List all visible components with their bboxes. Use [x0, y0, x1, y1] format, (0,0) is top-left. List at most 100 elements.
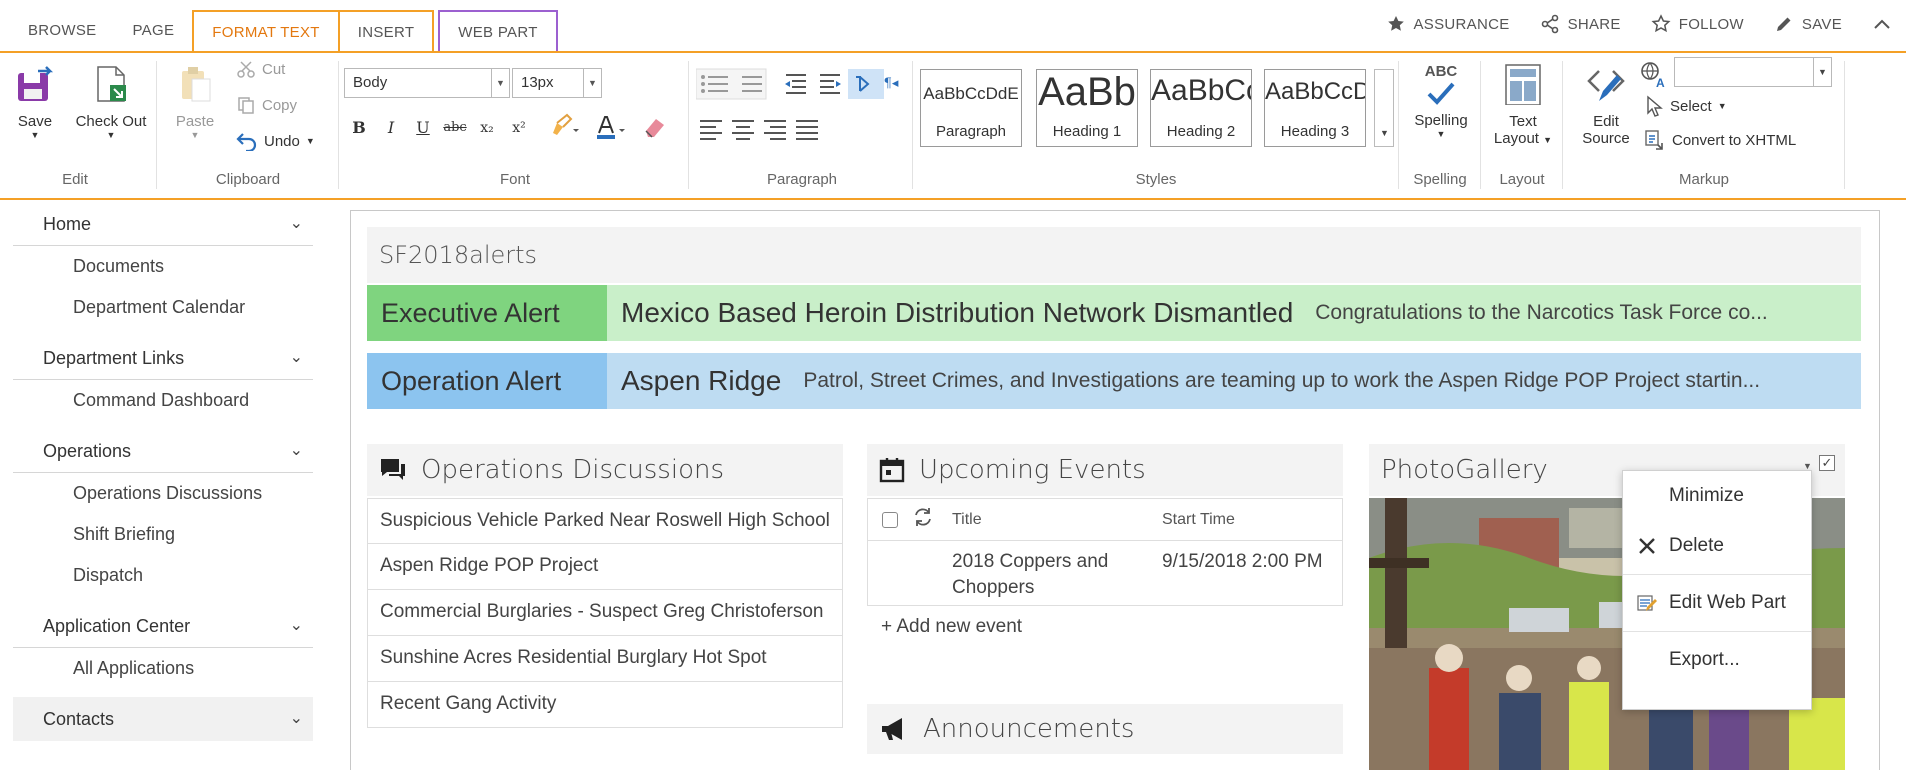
- list-item[interactable]: Sunshine Acres Residential Burglary Hot …: [367, 636, 843, 682]
- announcements-title[interactable]: Announcements: [923, 714, 1134, 744]
- tab-browse[interactable]: BROWSE: [10, 10, 114, 52]
- chevron-down-icon[interactable]: ⌄: [290, 604, 303, 648]
- nav-documents[interactable]: Documents: [13, 246, 313, 287]
- webpart-select-checkbox[interactable]: ✓: [1819, 455, 1835, 471]
- event-title[interactable]: 2018 Coppers and Choppers: [952, 541, 1162, 605]
- superscript-button[interactable]: x²: [504, 113, 534, 143]
- nav-contacts[interactable]: Contacts ⌄: [13, 697, 313, 741]
- check-out-button[interactable]: Check Out ▼: [68, 63, 154, 140]
- nav-shift-briefing[interactable]: Shift Briefing: [13, 514, 313, 555]
- undo-button[interactable]: Undo ▼: [236, 131, 315, 151]
- bold-button[interactable]: B: [344, 113, 374, 143]
- nav-operations[interactable]: Operations ⌄: [13, 429, 313, 473]
- chevron-down-icon[interactable]: ⌄: [290, 336, 303, 380]
- executive-alert[interactable]: Executive Alert Mexico Based Heroin Dist…: [367, 285, 1861, 341]
- italic-button[interactable]: I: [376, 113, 406, 143]
- chevron-down-icon[interactable]: ⌄: [290, 429, 303, 473]
- column-start-time[interactable]: Start Time: [1162, 511, 1235, 529]
- style-heading-2[interactable]: AaBbCc Heading 2: [1150, 69, 1252, 147]
- copy-button[interactable]: Copy: [236, 95, 297, 115]
- style-paragraph[interactable]: AaBbCcDdE Paragraph: [920, 69, 1022, 147]
- undo-icon: [236, 133, 257, 151]
- events-title[interactable]: Upcoming Events: [919, 455, 1146, 485]
- ribbon-separator: [912, 61, 913, 189]
- tab-format-text[interactable]: FORMAT TEXT: [192, 10, 340, 54]
- menu-edit-web-part[interactable]: Edit Web Part: [1623, 578, 1811, 628]
- clear-formatting-button[interactable]: [640, 113, 670, 143]
- nav-all-applications[interactable]: All Applications: [13, 648, 313, 689]
- edit-source-button[interactable]: Edit Source: [1576, 63, 1636, 147]
- menu-delete[interactable]: Delete: [1623, 521, 1811, 571]
- text-layout-button[interactable]: Text Layout ▼: [1486, 63, 1560, 147]
- style-heading-3[interactable]: AaBbCcD Heading 3: [1264, 69, 1366, 147]
- save-ribbon-button[interactable]: Save ▼: [10, 63, 60, 140]
- assurance-button[interactable]: ASSURANCE: [1386, 14, 1510, 34]
- subscript-button[interactable]: x₂: [472, 113, 502, 143]
- column-title[interactable]: Title: [952, 511, 1162, 529]
- ltr-button[interactable]: [840, 69, 870, 99]
- tab-web-part[interactable]: WEB PART: [438, 10, 558, 52]
- photo-title[interactable]: PhotoGallery: [1381, 455, 1548, 485]
- styles-more-button[interactable]: ▼: [1374, 69, 1394, 147]
- nav-label: Application Center: [43, 616, 191, 636]
- nav-home[interactable]: Home ⌄: [13, 202, 313, 246]
- font-color-button[interactable]: [590, 113, 630, 143]
- nav-command-dashboard[interactable]: Command Dashboard: [13, 380, 313, 421]
- menu-minimize[interactable]: Minimize: [1623, 471, 1811, 521]
- font-family-value: Body: [353, 74, 388, 91]
- strikethrough-button[interactable]: abc: [440, 113, 470, 143]
- menu-export[interactable]: Export...: [1623, 635, 1811, 685]
- operation-alert[interactable]: Operation Alert Aspen Ridge Patrol, Stre…: [367, 353, 1861, 409]
- save-icon: [18, 66, 54, 101]
- underline-button[interactable]: U: [408, 113, 438, 143]
- chevron-down-icon[interactable]: ⌄: [290, 697, 303, 741]
- collapse-ribbon-button[interactable]: [1872, 14, 1892, 34]
- pencil-icon: [1776, 17, 1791, 31]
- convert-xhtml-button[interactable]: Convert to XHTML: [1644, 129, 1796, 151]
- ribbon-separator: [1562, 61, 1563, 189]
- nav-application-center[interactable]: Application Center ⌄: [13, 604, 313, 648]
- check-out-icon: [97, 66, 126, 102]
- chevron-down-icon[interactable]: ⌄: [290, 202, 303, 246]
- share-button[interactable]: SHARE: [1540, 14, 1621, 34]
- table-row[interactable]: 2018 Coppers and Choppers 9/15/2018 2:00…: [868, 541, 1342, 605]
- announcements-webpart-title: Announcements: [867, 704, 1343, 754]
- nav-department-links[interactable]: Department Links ⌄: [13, 336, 313, 380]
- discussions-title[interactable]: Operations Discussions: [421, 455, 724, 485]
- tab-insert[interactable]: INSERT: [339, 10, 435, 52]
- list-item[interactable]: Commercial Burglaries - Suspect Greg Chr…: [367, 590, 843, 636]
- language-icon[interactable]: A: [1640, 61, 1670, 89]
- nav-dispatch[interactable]: Dispatch: [13, 555, 313, 596]
- paste-button[interactable]: Paste ▼: [170, 63, 220, 140]
- tab-page[interactable]: PAGE: [114, 10, 192, 52]
- select-label: Select: [1670, 97, 1712, 115]
- list-item[interactable]: Aspen Ridge POP Project: [367, 544, 843, 590]
- save-button-top[interactable]: SAVE: [1774, 14, 1842, 34]
- highlight-button[interactable]: [544, 113, 584, 143]
- spelling-dropdown-icon: ▼: [1436, 129, 1446, 139]
- rtl-button[interactable]: ¶◂: [876, 69, 906, 99]
- cut-button[interactable]: Cut: [236, 59, 285, 79]
- add-new-event-link[interactable]: + Add new event: [881, 616, 1022, 638]
- layout-group: Text Layout ▼ Layout: [1482, 53, 1562, 198]
- alert-tag: Executive Alert: [367, 285, 607, 341]
- nav-operations-discussions[interactable]: Operations Discussions: [13, 473, 313, 514]
- spelling-button[interactable]: ABC Spelling ▼: [1406, 63, 1476, 139]
- nav-department-calendar[interactable]: Department Calendar: [13, 287, 313, 328]
- refresh-icon[interactable]: [912, 506, 934, 528]
- style-heading-1[interactable]: AaBb Heading 1: [1036, 69, 1138, 147]
- font-size-select[interactable]: 13px ▼: [512, 68, 602, 98]
- language-select[interactable]: ▼: [1674, 57, 1832, 87]
- select-all-checkbox[interactable]: [882, 511, 898, 528]
- font-family-select[interactable]: Body ▼: [344, 68, 510, 98]
- align-buttons[interactable]: [696, 115, 846, 145]
- edit-source-line2: Source: [1582, 130, 1630, 147]
- alert-headline: Mexico Based Heroin Distribution Network…: [621, 297, 1294, 328]
- style-preview: AaBb: [1038, 70, 1136, 114]
- list-item[interactable]: Suspicious Vehicle Parked Near Roswell H…: [367, 498, 843, 544]
- select-button[interactable]: Select ▼: [1644, 95, 1727, 117]
- list-item[interactable]: Recent Gang Activity: [367, 682, 843, 728]
- follow-button[interactable]: FOLLOW: [1651, 14, 1744, 34]
